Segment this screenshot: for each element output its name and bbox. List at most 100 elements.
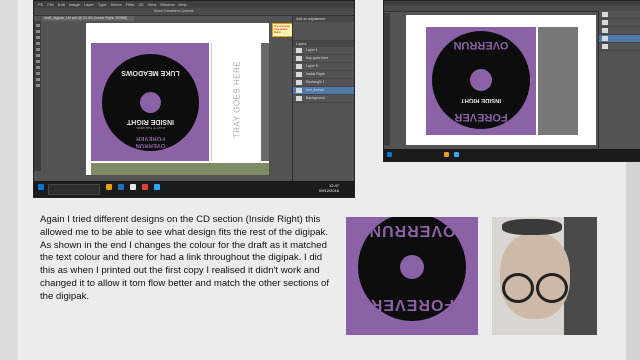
type-tool-icon[interactable] — [35, 72, 40, 75]
photoshop-screenshot-small: OVERRUN INSIDE RIGHT FOREVER — [383, 0, 640, 162]
artist-face-photo — [492, 217, 597, 335]
menu-item[interactable]: Layer — [84, 1, 94, 8]
menu-item[interactable]: Help — [179, 1, 187, 8]
layer-thumbnail — [602, 20, 608, 25]
layer-row-selected[interactable] — [599, 35, 640, 43]
inside-right-title: INSIDE RIGHT — [460, 97, 502, 103]
layer-row[interactable]: Layer 5 — [293, 63, 354, 71]
glasses-lens-left — [502, 273, 534, 303]
layer-thumbnail — [296, 72, 302, 77]
store-icon[interactable] — [130, 184, 136, 190]
layer-name: Background — [306, 96, 325, 100]
artist-name: LUKE MEADOWS — [121, 69, 180, 76]
forever-text: FOREVER — [454, 111, 508, 123]
gradient-tool-icon[interactable] — [35, 60, 40, 63]
layer-row[interactable]: Layer 1 — [293, 47, 354, 55]
crop-tool-icon[interactable] — [35, 42, 40, 45]
menu-item[interactable]: File — [47, 1, 53, 8]
slide-left-edge — [0, 0, 18, 360]
lasso-tool-icon[interactable] — [35, 36, 40, 39]
right-panels — [598, 11, 640, 148]
zoom-tool-icon[interactable] — [35, 84, 40, 87]
photoshop-icon[interactable] — [154, 184, 160, 190]
clock-date: 09/12/2016 — [319, 188, 340, 193]
cd-hub — [140, 92, 161, 113]
file-explorer-icon[interactable] — [444, 152, 449, 157]
layer-thumbnail — [296, 96, 302, 101]
hair-shape — [502, 219, 562, 235]
photoshop-icon[interactable] — [454, 152, 459, 157]
tools-panel — [34, 21, 41, 171]
layer-row[interactable] — [599, 11, 640, 19]
layer-thumbnail — [296, 80, 302, 85]
inside-right-panel: LUKE MEADOWS INSIDE RIGHT 0 ALT 'X' THA … — [91, 43, 209, 161]
layer-row[interactable] — [599, 19, 640, 27]
layer-name: Rectangle 1 — [306, 80, 325, 84]
layer-thumbnail — [296, 64, 302, 69]
cd-hub — [400, 255, 424, 279]
search-box[interactable] — [48, 184, 100, 195]
menu-item[interactable]: Filter — [126, 1, 135, 8]
layer-name: tray goes here — [306, 56, 329, 60]
chrome-icon[interactable] — [142, 184, 148, 190]
layer-name: Layer 5 — [306, 64, 318, 68]
document-canvas[interactable]: OVERRUN INSIDE RIGHT FOREVER — [406, 15, 596, 145]
overrun-text: OVERRUN — [368, 222, 456, 239]
start-icon[interactable] — [387, 152, 392, 157]
document-canvas[interactable]: LUKE MEADOWS INSIDE RIGHT 0 ALT 'X' THA … — [86, 23, 269, 175]
layer-thumbnail — [296, 56, 302, 61]
menu-item[interactable]: PS — [38, 1, 43, 8]
menu-item[interactable]: Type — [98, 1, 107, 8]
menu-item[interactable]: Select — [111, 1, 122, 8]
tray-panel: TRAY GOES HERE — [211, 43, 260, 161]
eraser-tool-icon[interactable] — [35, 54, 40, 57]
menu-bar: PS File Edit Image Layer Type Select Filter 3D Vi… — [34, 1, 354, 8]
face-photo-thumb — [538, 27, 578, 135]
start-icon[interactable] — [38, 184, 44, 190]
overrun-text: OVERRUN — [453, 39, 509, 51]
edge-icon[interactable] — [118, 184, 124, 190]
layer-thumbnail — [602, 12, 608, 17]
glasses-lens-right — [536, 273, 568, 303]
layer-thumbnail — [602, 36, 608, 41]
menu-item[interactable]: Image — [69, 1, 80, 8]
layer-name: text_forever — [306, 88, 325, 92]
layer-name: Inside Right — [306, 72, 325, 76]
tree-photo-strip — [91, 163, 269, 175]
document-tab[interactable]: draft_digipak_LM.psd @ 33.3% (Inside Rig… — [42, 16, 134, 21]
menu-item[interactable]: Edit — [58, 1, 65, 8]
adjustments-icons — [293, 22, 354, 41]
description-paragraph: Again I tried different designs on the C… — [40, 214, 330, 302]
layer-thumbnail — [602, 44, 608, 49]
layer-row-selected[interactable]: text_forever — [293, 87, 354, 95]
layer-row[interactable]: Rectangle 1 — [293, 79, 354, 87]
menu-item[interactable]: View — [148, 1, 157, 8]
forever-text: FOREVER — [136, 135, 166, 141]
inside-right-panel: OVERRUN INSIDE RIGHT FOREVER — [426, 27, 536, 135]
tray-placeholder: TRAY GOES HERE — [232, 60, 242, 139]
fine-print: 0 ALT 'X' THA 'ANOS — [136, 126, 165, 130]
menu-item[interactable]: Window — [160, 1, 174, 8]
menu-item[interactable]: 3D — [139, 1, 144, 8]
marquee-tool-icon[interactable] — [35, 30, 40, 33]
cd-hub — [470, 69, 492, 91]
overrun-text: OVERRUN — [135, 142, 166, 148]
file-explorer-icon[interactable] — [106, 184, 112, 190]
layer-thumbnail — [602, 28, 608, 33]
move-tool-icon[interactable] — [35, 24, 40, 27]
layer-row[interactable] — [599, 43, 640, 51]
hand-tool-icon[interactable] — [35, 78, 40, 81]
layer-row[interactable] — [599, 27, 640, 35]
transform-controls-option[interactable]: Show Transform Controls — [154, 9, 194, 14]
layer-row[interactable]: Background — [293, 95, 354, 103]
cd-disc: OVERRUN INSIDE RIGHT FOREVER — [432, 31, 530, 129]
adjacent-photo-strip — [261, 43, 269, 161]
inside-right-title: INSIDE RIGHT — [126, 118, 175, 125]
layer-row[interactable]: Inside Right — [293, 71, 354, 79]
tools-panel — [384, 13, 390, 145]
layer-row[interactable]: tray goes here — [293, 55, 354, 63]
clock: 12:47 09/12/2016 — [319, 183, 339, 193]
pen-tool-icon[interactable] — [35, 66, 40, 69]
cd-disc: LUKE MEADOWS INSIDE RIGHT 0 ALT 'X' THA … — [102, 54, 199, 151]
brush-tool-icon[interactable] — [35, 48, 40, 51]
